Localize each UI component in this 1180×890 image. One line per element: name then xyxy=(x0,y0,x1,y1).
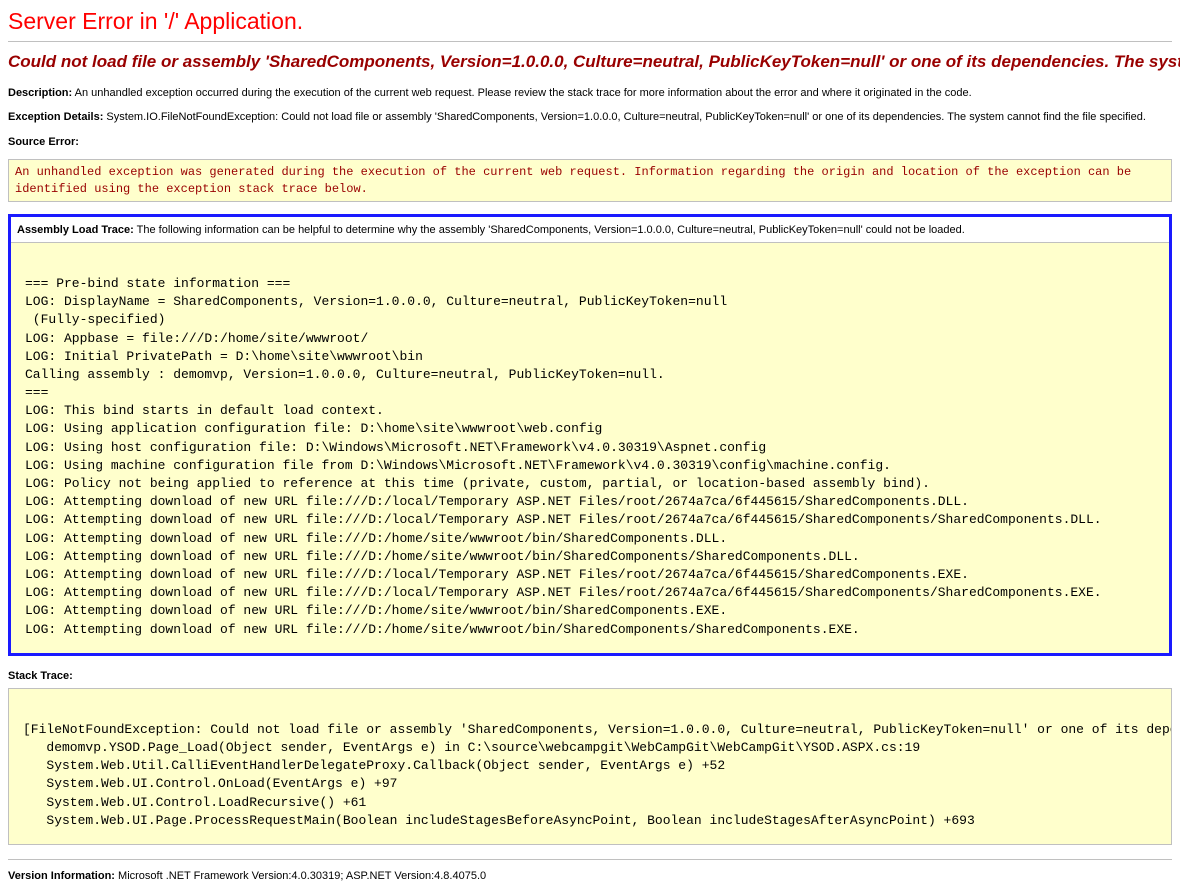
version-info-line: Version Information: Microsoft .NET Fram… xyxy=(8,870,1172,882)
source-error-box: An unhandled exception was generated dur… xyxy=(8,159,1172,203)
source-error-label: Source Error: xyxy=(8,136,79,148)
version-info-text: Microsoft .NET Framework Version:4.0.303… xyxy=(118,870,486,882)
page-title: Server Error in '/' Application. xyxy=(8,8,1172,35)
source-error-line: Source Error: xyxy=(8,135,1172,149)
assembly-load-trace-header: Assembly Load Trace: The following infor… xyxy=(11,217,1169,241)
assembly-load-trace-label: Assembly Load Trace: xyxy=(17,224,134,236)
error-subtitle: Could not load file or assembly 'SharedC… xyxy=(8,52,1172,72)
stack-trace-label: Stack Trace: xyxy=(8,670,1172,682)
assembly-load-trace-header-text: The following information can be helpful… xyxy=(137,224,965,236)
exception-details-label: Exception Details: xyxy=(8,111,103,123)
description-text: An unhandled exception occurred during t… xyxy=(75,87,972,99)
version-info-label: Version Information: xyxy=(8,870,115,882)
divider-bottom xyxy=(8,859,1172,860)
description-line: Description: An unhandled exception occu… xyxy=(8,86,1172,100)
divider xyxy=(8,41,1172,42)
stack-trace-body: [FileNotFoundException: Could not load f… xyxy=(8,688,1172,845)
exception-details-line: Exception Details: System.IO.FileNotFoun… xyxy=(8,110,1172,124)
assembly-load-trace-container: Assembly Load Trace: The following infor… xyxy=(8,214,1172,655)
description-label: Description: xyxy=(8,87,72,99)
exception-details-text: System.IO.FileNotFoundException: Could n… xyxy=(106,111,1146,123)
assembly-load-trace-body: === Pre-bind state information === LOG: … xyxy=(11,242,1169,653)
